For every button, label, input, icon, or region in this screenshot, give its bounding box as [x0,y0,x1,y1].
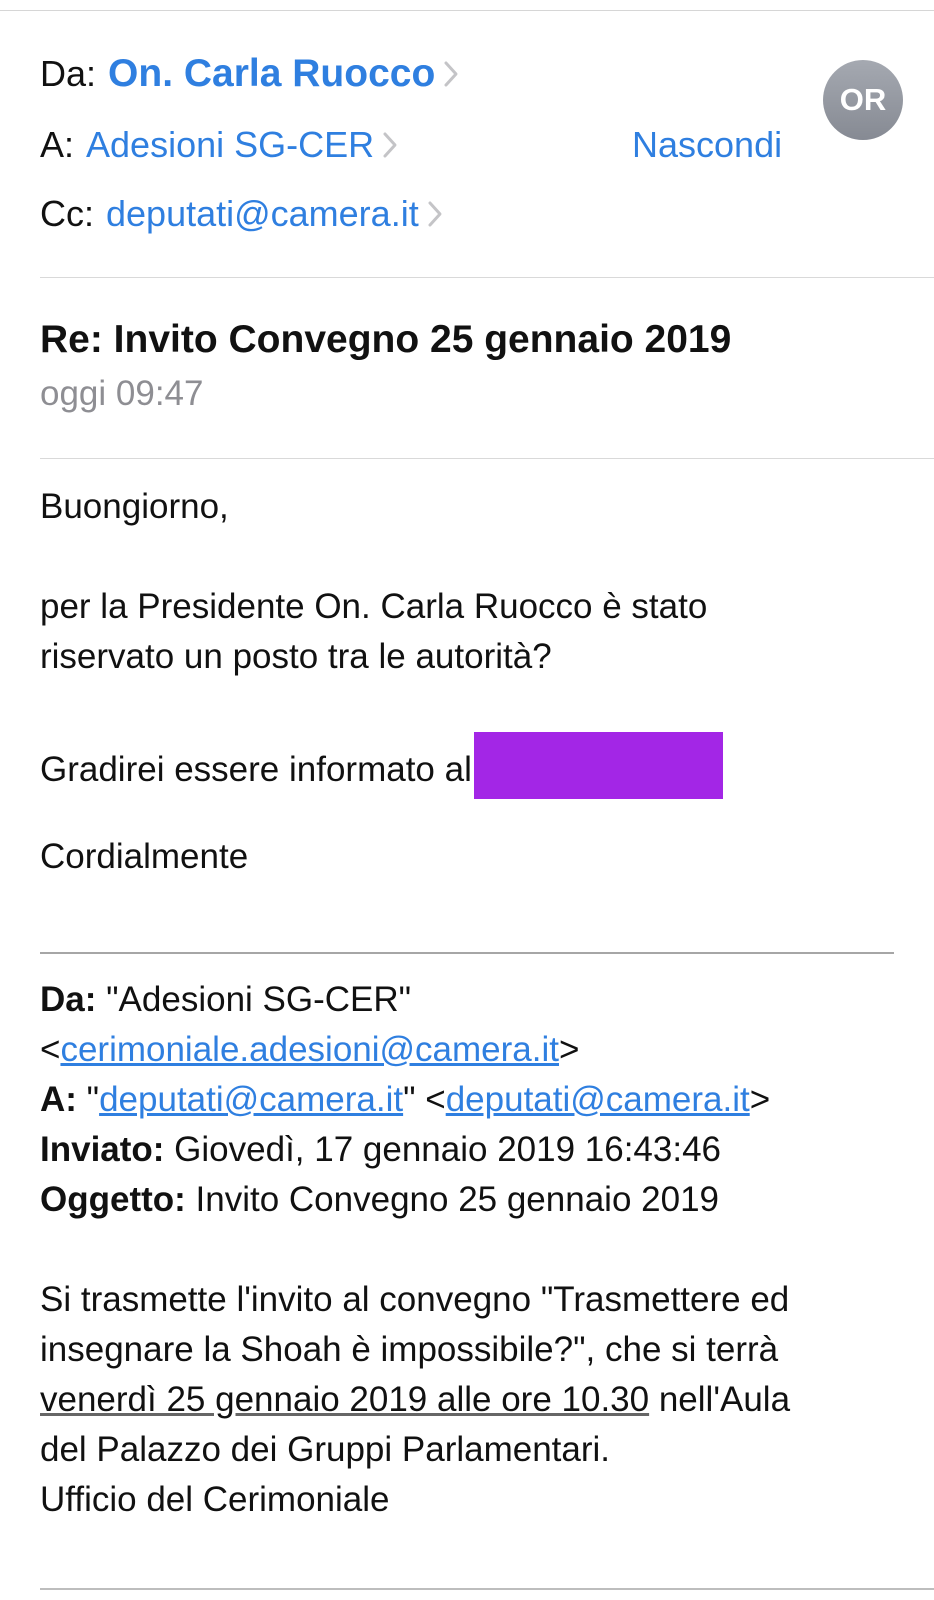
quoted-body-line: insegnare la Shoah è impossibile?", che … [40,1330,779,1369]
quoted-subject-label: Oggetto: [40,1180,186,1219]
to-label: A: [40,124,75,165]
bracket: > [558,1030,580,1069]
quote-separator [40,952,894,954]
request-text: Gradirei essere informato al [40,750,472,789]
quoted-subject-line: Oggetto: Invito Convegno 25 gennaio 2019 [40,1176,719,1224]
hide-details-button[interactable]: Nascondi [632,124,782,166]
to-row: A: Adesioni SG-CER [40,124,398,166]
subject-divider [40,458,934,459]
cc-row: Cc: deputati@camera.it [40,193,443,235]
event-date-link[interactable]: venerdì 25 gennaio 2019 alle ore 10.30 [40,1380,649,1419]
chevron-right-icon[interactable] [443,60,459,88]
top-divider [0,10,934,11]
quoted-body-line: Si trasmette l'invito al convegno "Trasm… [40,1280,790,1319]
cc-label: Cc: [40,193,94,234]
bottom-separator [40,1588,934,1590]
quoted-sent-line: Inviato: Giovedì, 17 gennaio 2019 16:43:… [40,1126,721,1174]
avatar[interactable]: OR [823,60,903,140]
recipient-name-link[interactable]: deputati@camera.it [99,1080,403,1119]
quoted-sent-label: Inviato: [40,1130,165,1169]
quoted-body-text: nell'Aula [649,1380,791,1419]
chevron-right-icon[interactable] [427,200,443,228]
closing: Cordialmente [40,837,249,876]
quoted-signature: Ufficio del Cerimoniale [40,1480,390,1519]
greeting: Buongiorno, [40,487,229,526]
bracket: > [749,1080,771,1119]
bracket: < [40,1030,61,1069]
quoted-subject-value: Invito Convegno 25 gennaio 2019 [185,1180,719,1219]
redaction-block [473,732,723,799]
quoted-from-name: "Adesioni SG-CER" [96,980,412,1019]
quoted-from-label: Da: [40,980,97,1019]
chevron-right-icon[interactable] [382,131,398,159]
recipient-link[interactable]: Adesioni SG-CER [86,124,374,166]
body-paragraph-line: Gradirei essere informato al [40,732,723,799]
quoted-body-line: venerdì 25 gennaio 2019 alle ore 10.30 n… [40,1376,790,1424]
body-paragraph-line: riservato un posto tra le autorità? [40,637,552,676]
message-subject: Re: Invito Convegno 25 gennaio 2019 [40,318,732,361]
quoted-to-label: A: [40,1080,77,1119]
quote-mark: " < [403,1080,446,1119]
from-label: Da: [40,53,97,94]
sender-name-link[interactable]: On. Carla Ruocco [108,52,435,96]
header-divider [40,277,934,278]
avatar-initials: OR [839,82,887,117]
quoted-from-line: Da: "Adesioni SG-CER" [40,976,411,1024]
quoted-from-email-line: <cerimoniale.adesioni@camera.it> [40,1026,579,1074]
body-paragraph-line: per la Presidente On. Carla Ruocco è sta… [40,587,708,626]
quote-mark: " [76,1080,100,1119]
cc-address-link[interactable]: deputati@camera.it [106,193,419,235]
quoted-body-line: del Palazzo dei Gruppi Parlamentari. [40,1430,611,1469]
from-row: Da: On. Carla Ruocco [40,52,459,96]
recipient-email-link[interactable]: deputati@camera.it [446,1080,750,1119]
quoted-to-line: A: "deputati@camera.it" <deputati@camera… [40,1076,770,1124]
sender-email-link[interactable]: cerimoniale.adesioni@camera.it [60,1030,559,1069]
message-date: oggi 09:47 [40,374,204,413]
quoted-sent-value: Giovedì, 17 gennaio 2019 16:43:46 [164,1130,722,1169]
